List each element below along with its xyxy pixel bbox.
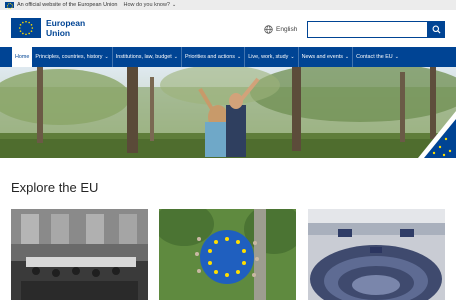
- explore-card-flag[interactable]: [159, 209, 296, 300]
- chevron-down-icon: ⌄: [344, 54, 350, 60]
- official-website-bar: An official website of the European Unio…: [0, 0, 456, 10]
- history-photo: [11, 209, 148, 300]
- chevron-down-icon: ⌄: [104, 54, 109, 60]
- main-navigation: Home Principles, countries, history ⌄ Ins…: [0, 47, 456, 67]
- nav-item-label: Institutions, law, budget: [115, 54, 172, 60]
- explore-card-parliament[interactable]: [308, 209, 445, 300]
- logo-line-union: Union: [46, 27, 71, 38]
- nav-item-principles[interactable]: Principles, countries, history ⌄: [32, 47, 113, 67]
- chevron-down-icon: ⌄: [394, 54, 399, 60]
- official-website-text: An official website of the European Unio…: [17, 2, 118, 8]
- search-input[interactable]: [307, 21, 428, 38]
- chevron-down-icon: ⌄: [237, 54, 242, 60]
- eu-stars-icon: [18, 20, 34, 36]
- nav-item-label: News and events: [301, 54, 343, 60]
- eu-logo[interactable]: [11, 18, 41, 38]
- nav-item-home[interactable]: Home: [12, 47, 33, 67]
- language-selector[interactable]: English: [264, 25, 297, 34]
- language-label: English: [276, 26, 298, 33]
- search-button[interactable]: [428, 21, 445, 38]
- flag-crowd-photo: [159, 209, 296, 300]
- how-do-you-know-link[interactable]: How do you know?: [124, 2, 170, 8]
- nav-item-label: Live, work, study: [248, 54, 289, 60]
- search-icon: [432, 25, 441, 34]
- nav-item-news[interactable]: News and events ⌄: [299, 47, 354, 67]
- nav-item-contact[interactable]: Contact the EU ⌄: [353, 47, 402, 67]
- nav-item-label: Contact the EU: [356, 54, 393, 60]
- nav-item-institutions[interactable]: Institutions, law, budget ⌄: [113, 47, 182, 67]
- parliament-photo: [308, 209, 445, 300]
- explore-card-history[interactable]: [11, 209, 148, 300]
- chevron-down-icon[interactable]: ⌄: [172, 2, 176, 8]
- logo-text[interactable]: European Union: [46, 18, 85, 38]
- section-title: Explore the EU: [11, 180, 99, 195]
- nav-item-live-work-study[interactable]: Live, work, study ⌄: [245, 47, 299, 67]
- nav-item-label: Home: [15, 54, 30, 60]
- hero-banner-image: [0, 67, 456, 158]
- nav-item-label: Priorities and actions: [184, 54, 235, 60]
- nav-item-label: Principles, countries, history: [35, 54, 103, 60]
- chevron-down-icon: ⌄: [290, 54, 295, 60]
- nav-item-priorities[interactable]: Priorities and actions ⌄: [182, 47, 246, 67]
- chevron-down-icon: ⌄: [173, 54, 178, 60]
- site-header: European Union English: [0, 10, 456, 48]
- globe-icon: [264, 25, 273, 34]
- eu-flag-icon: [5, 2, 14, 9]
